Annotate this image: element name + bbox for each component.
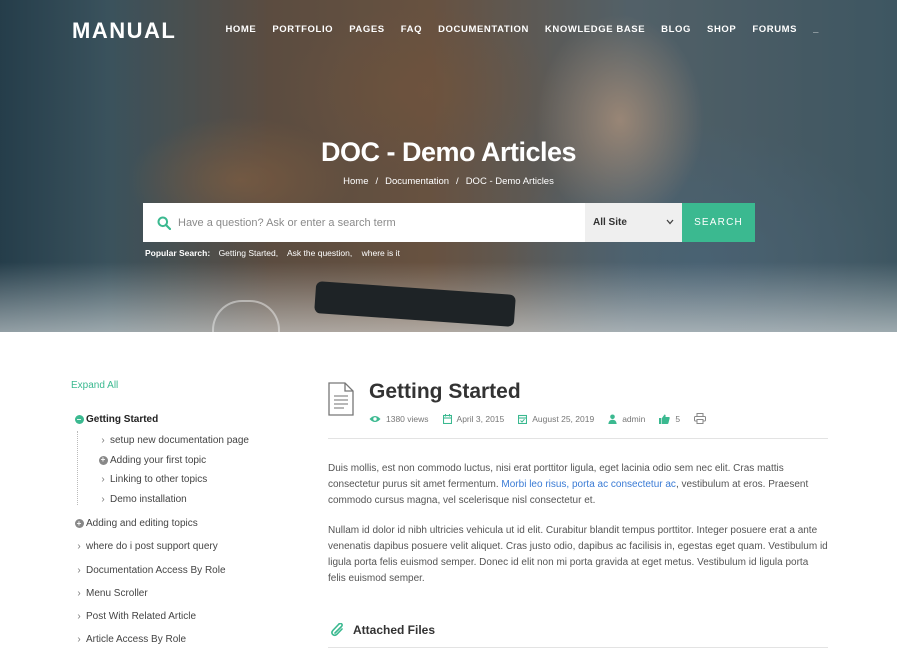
thumbs-up-icon <box>659 414 671 424</box>
popular-search-label: Popular Search: <box>145 248 211 258</box>
tree-item-adding-and-editing-topics[interactable]: + Adding and editing topics <box>72 512 302 535</box>
tree-item-demo-installation[interactable]: › Demo installation <box>72 490 302 510</box>
tree-item-where-do-i-post-support-query[interactable]: › where do i post support query <box>72 535 302 558</box>
popular-search-link[interactable]: where is it <box>362 248 400 258</box>
tree-item-adding-your-first-topic[interactable]: + Adding your first topic <box>72 451 302 471</box>
title-divider <box>328 438 828 439</box>
meta-likes[interactable]: 5 <box>659 414 680 424</box>
attached-files-heading: Attached Files <box>331 623 435 637</box>
article-title: Getting Started <box>369 380 521 403</box>
tree-children: › setup new documentation page + Adding … <box>72 431 302 509</box>
tree-item-label: Linking to other topics <box>110 474 208 486</box>
search-bar: All Site SEARCH <box>143 203 755 242</box>
nav-portfolio[interactable]: PORTFOLIO <box>264 24 341 35</box>
breadcrumb-current: DOC - Demo Articles <box>465 176 554 187</box>
tree-item-label: Documentation Access By Role <box>86 564 226 576</box>
site-logo[interactable]: MANUAL <box>72 18 176 44</box>
tree-item-label: where do i post support query <box>86 541 218 553</box>
plus-circle-icon: + <box>72 519 86 529</box>
hero-banner: MANUAL HOME PORTFOLIO PAGES FAQ DOCUMENT… <box>0 0 897 332</box>
nav-pages[interactable]: PAGES <box>341 24 393 35</box>
calendar-icon <box>442 413 452 424</box>
meta-author[interactable]: admin <box>608 414 645 424</box>
tree-item-label: setup new documentation page <box>110 435 249 447</box>
nav-more[interactable]: _ <box>805 24 827 35</box>
tree-item-label: Post With Related Article <box>86 611 197 623</box>
article-paragraph-2: Nullam id dolor id nibh ultricies vehicu… <box>328 525 828 584</box>
calendar-check-icon <box>518 414 528 424</box>
user-icon <box>608 414 617 424</box>
search-scope-value: All Site <box>593 217 627 228</box>
tree-item-label: Getting Started <box>86 414 159 426</box>
chevron-right-icon: › <box>77 541 81 553</box>
tree-item-getting-started[interactable]: – Getting Started <box>72 408 302 431</box>
chevron-down-icon <box>666 217 674 228</box>
chevron-right-icon: › <box>77 564 81 576</box>
chevron-right-icon: › <box>77 611 81 623</box>
tree-item-label: Adding and editing topics <box>86 518 198 530</box>
attached-files-divider <box>328 647 828 648</box>
tree-item-menu-scroller[interactable]: › Menu Scroller <box>72 582 302 605</box>
chevron-right-icon: › <box>101 435 105 447</box>
meta-published-value: April 3, 2015 <box>456 413 505 424</box>
breadcrumb-separator: / <box>375 176 379 187</box>
chevron-right-icon: › <box>101 493 105 505</box>
tree-item-article-access-by-role[interactable]: › Article Access By Role <box>72 628 302 651</box>
tree-item-documentation-access-by-role[interactable]: › Documentation Access By Role <box>72 559 302 582</box>
breadcrumb-home[interactable]: Home <box>343 176 368 187</box>
print-icon[interactable] <box>694 413 711 424</box>
search-icon <box>143 203 171 242</box>
expand-all-link[interactable]: Expand All <box>71 380 118 391</box>
paperclip-icon <box>331 623 343 637</box>
article-meta: 1380 views April 3, 2015 August 25, 2019… <box>369 413 725 424</box>
doc-tree: – Getting Started › setup new documentat… <box>72 408 302 651</box>
meta-updated-value: August 25, 2019 <box>532 413 595 424</box>
search-input[interactable] <box>171 203 585 242</box>
nav-blog[interactable]: BLOG <box>653 24 699 35</box>
document-icon <box>328 382 354 421</box>
nav-shop[interactable]: SHOP <box>699 24 744 35</box>
meta-published: April 3, 2015 <box>442 413 505 424</box>
popular-searches: Popular Search: Getting Started, Ask the… <box>145 248 407 258</box>
chevron-right-icon: › <box>77 587 81 599</box>
meta-likes-value: 5 <box>675 413 681 424</box>
main-nav: HOME PORTFOLIO PAGES FAQ DOCUMENTATION K… <box>217 24 827 35</box>
tree-item-label: Menu Scroller <box>86 587 148 599</box>
breadcrumb: Home / Documentation / DOC - Demo Articles <box>0 176 897 187</box>
tree-item-label: Demo installation <box>110 493 187 505</box>
nav-faq[interactable]: FAQ <box>393 24 430 35</box>
chevron-right-icon: › <box>101 474 105 486</box>
attached-files-label: Attached Files <box>353 623 436 637</box>
meta-author-value: admin <box>622 413 646 424</box>
page-title: DOC - Demo Articles <box>320 137 577 167</box>
search-button[interactable]: SEARCH <box>682 203 755 242</box>
popular-search-link[interactable]: Getting Started, <box>219 248 279 258</box>
tree-item-label: Article Access By Role <box>86 634 187 646</box>
plus-circle-icon: + <box>96 455 110 465</box>
tree-item-linking-to-other-topics[interactable]: › Linking to other topics <box>72 470 302 490</box>
meta-views: 1380 views <box>369 414 429 424</box>
chevron-right-icon: › <box>77 634 81 646</box>
breadcrumb-documentation[interactable]: Documentation <box>385 176 449 187</box>
tree-item-label: Adding your first topic <box>110 454 207 466</box>
popular-search-link[interactable]: Ask the question, <box>287 248 352 258</box>
nav-knowledge-base[interactable]: KNOWLEDGE BASE <box>537 24 653 35</box>
nav-forums[interactable]: FORUMS <box>744 24 805 35</box>
tree-item-setup-new-documentation-page[interactable]: › setup new documentation page <box>72 431 302 451</box>
minus-circle-icon: – <box>72 415 86 425</box>
search-scope-select[interactable]: All Site <box>585 203 682 242</box>
nav-home[interactable]: HOME <box>217 24 264 35</box>
nav-documentation[interactable]: DOCUMENTATION <box>430 24 537 35</box>
inline-link[interactable]: Morbi leo risus, porta ac consectetur ac <box>501 479 676 490</box>
meta-updated: August 25, 2019 <box>518 414 594 424</box>
article-paragraph-1: Duis mollis, est non commodo luctus, nis… <box>328 461 828 509</box>
tree-item-post-with-related-article[interactable]: › Post With Related Article <box>72 605 302 628</box>
meta-views-value: 1380 views <box>386 413 429 424</box>
breadcrumb-separator: / <box>456 176 459 187</box>
eye-icon <box>369 415 381 422</box>
